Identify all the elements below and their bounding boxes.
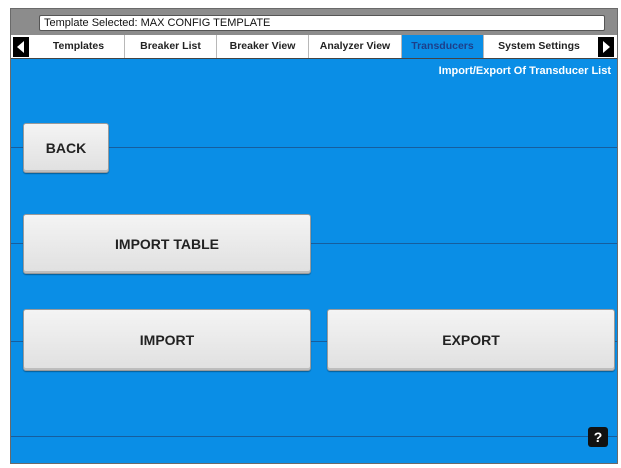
import-table-button[interactable]: IMPORT TABLE <box>23 214 311 274</box>
tab-breaker-list[interactable]: Breaker List <box>125 35 217 58</box>
tab-templates[interactable]: Templates <box>33 35 125 58</box>
help-icon[interactable]: ? <box>588 427 608 447</box>
divider-line <box>11 436 617 437</box>
tab-breaker-view[interactable]: Breaker View <box>217 35 309 58</box>
page-subtitle: Import/Export Of Transducer List <box>438 65 611 77</box>
tab-system-settings[interactable]: System Settings <box>484 35 594 58</box>
left-arrow-icon <box>17 41 24 53</box>
right-arrow-icon <box>603 41 610 53</box>
tab-transducers[interactable]: Transducers <box>402 35 484 58</box>
tab-bar: Templates Breaker List Breaker View Anal… <box>11 35 617 59</box>
import-button[interactable]: IMPORT <box>23 309 311 371</box>
template-selected-field: Template Selected: MAX CONFIG TEMPLATE <box>39 15 605 31</box>
tab-analyzer-view[interactable]: Analyzer View <box>309 35 402 58</box>
export-button[interactable]: EXPORT <box>327 309 615 371</box>
tab-scroll-right-button[interactable] <box>598 37 614 57</box>
app-window: Template Selected: MAX CONFIG TEMPLATE T… <box>10 8 618 464</box>
back-button[interactable]: BACK <box>23 123 109 173</box>
tab-scroll-left-button[interactable] <box>13 37 29 57</box>
title-bar: Template Selected: MAX CONFIG TEMPLATE <box>11 9 617 35</box>
